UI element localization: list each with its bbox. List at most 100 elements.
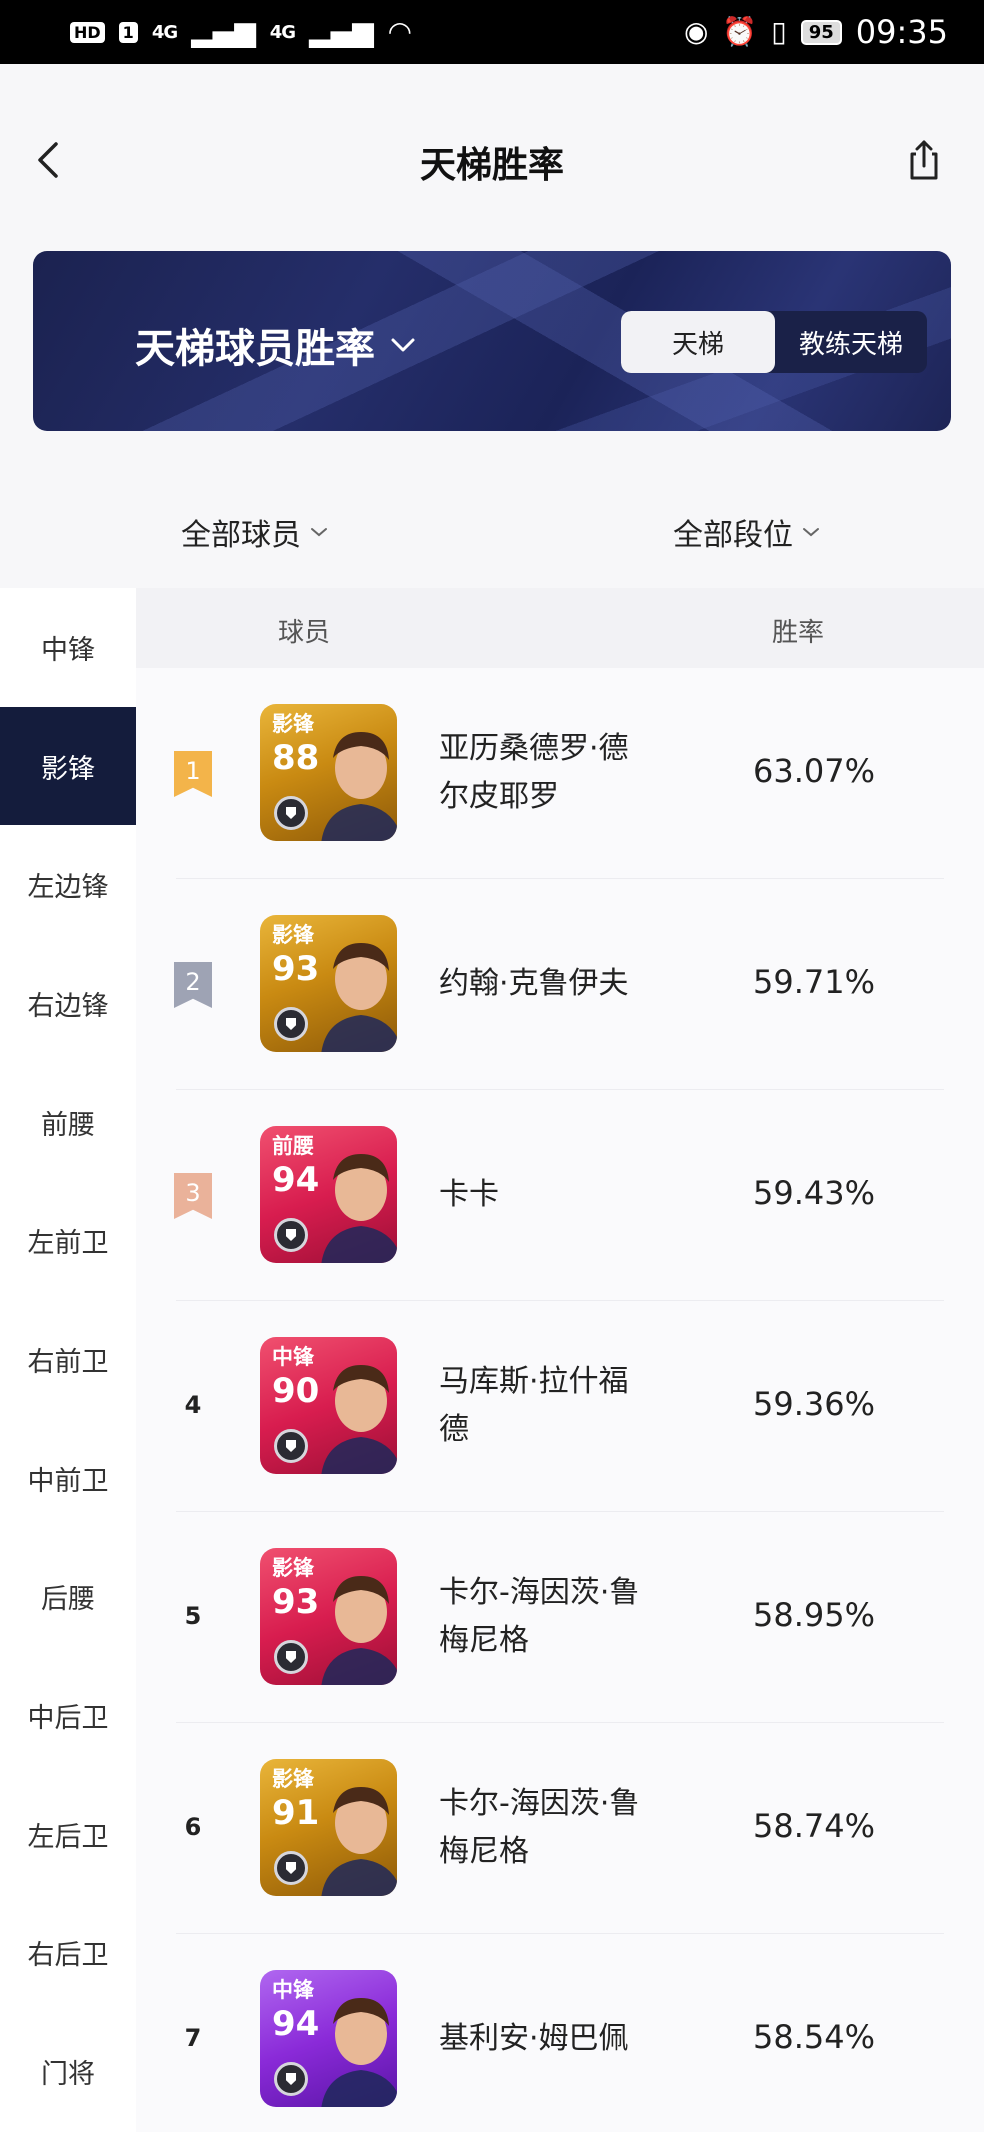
player-card[interactable]: 影锋 93 — [260, 1548, 397, 1685]
card-position: 影锋 — [272, 1767, 314, 1791]
hd-indicator: HD — [70, 21, 105, 43]
player-name: 卡尔-海因茨·鲁 梅尼格 — [439, 1569, 679, 1665]
player-name-line: 约翰·克鲁伊夫 — [439, 966, 629, 1001]
player-name-line: 基利安·姆巴佩 — [439, 2021, 629, 2056]
card-rating: 94 — [272, 1160, 320, 1200]
vibrate-icon: ▯ — [771, 15, 787, 48]
player-name: 卡尔-海因茨·鲁 梅尼格 — [439, 1780, 679, 1876]
player-name: 亚历桑德罗·德 尔皮耶罗 — [439, 725, 679, 821]
table-header: 球员 胜率 — [136, 588, 984, 668]
player-card[interactable]: 中锋 90 — [260, 1337, 397, 1474]
player-filter-label: 全部球员 — [181, 518, 301, 553]
player-name: 约翰·克鲁伊夫 — [439, 960, 679, 1008]
table-row[interactable]: 4 中锋 90 马库斯·拉什福德 59.36% — [136, 1301, 984, 1512]
club-emblem-icon — [274, 1640, 308, 1674]
table-row[interactable]: 2 影锋 93 约翰·克鲁伊夫 59.71% — [136, 879, 984, 1090]
table-row[interactable]: 3 前腰 94 卡卡 59.43% — [136, 1090, 984, 1301]
club-emblem-icon — [274, 1429, 308, 1463]
sidebar-item-10[interactable]: 左后卫 — [0, 1775, 136, 1894]
table-row[interactable]: 7 中锋 94 基利安·姆巴佩 58.54% — [136, 1934, 984, 2132]
player-name-line: 卡卡 — [439, 1177, 499, 1212]
card-rating: 93 — [272, 1582, 320, 1622]
card-rating: 90 — [272, 1371, 320, 1411]
player-portrait-icon — [321, 1787, 397, 1896]
sidebar-item-4[interactable]: 前腰 — [0, 1063, 136, 1182]
ladder-toggle: 天梯 教练天梯 — [621, 311, 927, 373]
sidebar-item-3[interactable]: 右边锋 — [0, 944, 136, 1063]
card-position: 影锋 — [272, 1556, 314, 1580]
player-portrait-icon — [321, 732, 397, 841]
share-icon[interactable] — [904, 138, 944, 182]
position-sidebar: 中锋 影锋 左边锋 右边锋 前腰 左前卫 右前卫 中前卫 后腰 中后卫 左后卫 右后卫 门将 — [0, 588, 136, 2132]
eye-icon: ◉ — [683, 15, 709, 48]
sidebar-item-0[interactable]: 中锋 — [0, 588, 136, 707]
player-card[interactable]: 前腰 94 — [260, 1126, 397, 1263]
rank-number: 4 — [184, 1391, 202, 1419]
toggle-ladder[interactable]: 天梯 — [621, 311, 775, 373]
player-portrait-icon — [321, 1576, 397, 1685]
sidebar-item-5[interactable]: 左前卫 — [0, 1181, 136, 1300]
player-name-line: 梅尼格 — [439, 1834, 529, 1869]
column-win-rate: 胜率 — [772, 618, 825, 648]
page-title: 天梯胜率 — [419, 145, 564, 186]
player-portrait-icon — [321, 1998, 397, 2107]
network-1-label: 4G — [151, 21, 178, 43]
sidebar-item-1[interactable]: 影锋 — [0, 706, 136, 826]
player-card[interactable]: 影锋 88 — [260, 704, 397, 841]
player-filter-dropdown[interactable]: 全部球员 — [181, 510, 329, 554]
player-name: 基利安·姆巴佩 — [439, 2015, 679, 2063]
win-rate: 59.43% — [753, 1174, 876, 1212]
card-position: 影锋 — [272, 923, 314, 947]
player-portrait-icon — [321, 943, 397, 1052]
table-row[interactable]: 1 影锋 88 亚历桑德罗·德 尔皮耶罗 63.07% — [136, 668, 984, 879]
player-name: 马库斯·拉什福德 — [439, 1358, 679, 1454]
column-player: 球员 — [278, 618, 331, 648]
ranking-type-dropdown[interactable]: 天梯球员胜率 — [135, 316, 417, 374]
battery-indicator: 95 — [800, 19, 842, 45]
toggle-coach-ladder[interactable]: 教练天梯 — [775, 311, 927, 373]
tier-filter-dropdown[interactable]: 全部段位 — [673, 510, 821, 554]
player-name-line: 尔皮耶罗 — [439, 779, 559, 814]
player-card[interactable]: 影锋 91 — [260, 1759, 397, 1896]
sidebar-item-11[interactable]: 右后卫 — [0, 1894, 136, 2013]
network-2-label: 4G — [269, 21, 296, 43]
card-rating: 93 — [272, 949, 320, 989]
rank-badge: 1 — [174, 751, 212, 797]
sidebar-item-2[interactable]: 左边锋 — [0, 825, 136, 944]
ranking-type-label: 天梯球员胜率 — [135, 326, 375, 372]
win-rate: 59.71% — [753, 963, 876, 1001]
ranking-table: 球员 胜率 1 影锋 88 亚历桑德罗·德 尔皮耶罗 63.07% 2 影锋 93 约翰·克鲁伊夫… — [136, 588, 984, 2132]
sidebar-item-9[interactable]: 中后卫 — [0, 1656, 136, 1775]
sidebar-item-7[interactable]: 中前卫 — [0, 1419, 136, 1538]
clock: 09:35 — [855, 13, 948, 51]
rank-number: 7 — [184, 2024, 202, 2052]
player-name-line: 梅尼格 — [439, 1623, 529, 1658]
table-row[interactable]: 5 影锋 93 卡尔-海因茨·鲁 梅尼格 58.95% — [136, 1512, 984, 1723]
win-rate: 63.07% — [753, 752, 876, 790]
status-left: HD 1 4G ▂▄▆ 4G ▂▄▆ ◠ — [70, 18, 412, 46]
filter-bar: 全部球员 全部段位 — [0, 470, 984, 588]
wifi-icon: ◠ — [387, 15, 413, 48]
card-position: 中锋 — [272, 1978, 314, 2002]
rank-number: 5 — [184, 1602, 202, 1630]
club-emblem-icon — [274, 1007, 308, 1041]
sidebar-item-8[interactable]: 后腰 — [0, 1538, 136, 1657]
rank-badge: 2 — [174, 962, 212, 1008]
tier-filter-label: 全部段位 — [673, 518, 793, 553]
club-emblem-icon — [274, 796, 308, 830]
player-card[interactable]: 影锋 93 — [260, 915, 397, 1052]
player-card[interactable]: 中锋 94 — [260, 1970, 397, 2107]
player-name-line: 卡尔-海因茨·鲁 — [439, 1575, 640, 1610]
chevron-down-icon — [311, 528, 327, 537]
sidebar-item-12[interactable]: 门将 — [0, 2012, 136, 2131]
sidebar-item-6[interactable]: 右前卫 — [0, 1300, 136, 1419]
table-row[interactable]: 6 影锋 91 卡尔-海因茨·鲁 梅尼格 58.74% — [136, 1723, 984, 1934]
player-name-line: 卡尔-海因茨·鲁 — [439, 1786, 640, 1821]
player-name-line: 马库斯·拉什福 — [439, 1364, 629, 1399]
player-portrait-icon — [321, 1154, 397, 1263]
card-position: 影锋 — [272, 712, 314, 736]
club-emblem-icon — [274, 2062, 308, 2096]
club-emblem-icon — [274, 1851, 308, 1885]
card-rating: 94 — [272, 2004, 320, 2044]
player-name-line: 亚历桑德罗·德 — [439, 731, 629, 766]
